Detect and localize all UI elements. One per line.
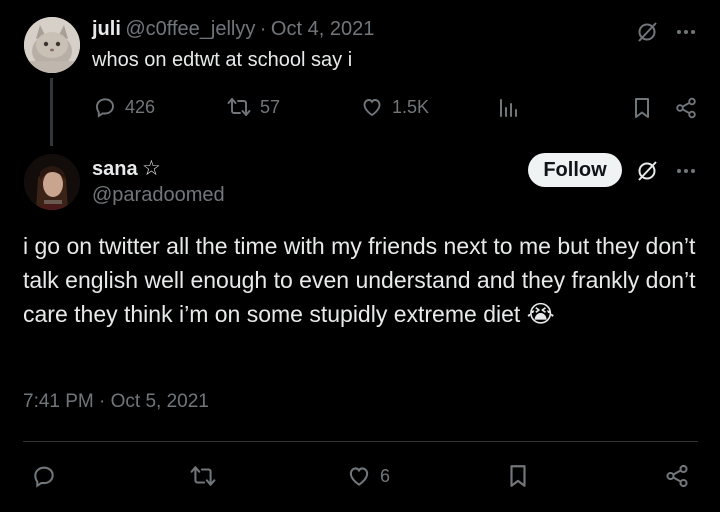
- parent-display-name[interactable]: juli: [92, 18, 121, 40]
- main-like-count: 6: [380, 465, 391, 486]
- follow-button[interactable]: Follow: [528, 153, 622, 187]
- retweet-icon: [226, 95, 252, 119]
- like-count: 1.5K: [392, 96, 430, 117]
- parent-tweet-text: whos on edtwt at school say i: [92, 49, 353, 71]
- retweet-icon[interactable]: [188, 463, 218, 489]
- main-name-row: sana ☆: [92, 156, 161, 181]
- reply-button[interactable]: 426: [93, 95, 155, 119]
- views-icon[interactable]: [497, 96, 521, 120]
- like-button[interactable]: 1.5K: [360, 95, 429, 119]
- main-avatar[interactable]: [24, 154, 80, 210]
- retweet-count: 57: [260, 96, 281, 117]
- more-icon[interactable]: [674, 161, 698, 181]
- heart-icon: [360, 95, 384, 119]
- reply-count: 426: [125, 96, 156, 117]
- grok-icon[interactable]: [635, 20, 659, 44]
- action-bar-divider: [23, 441, 698, 442]
- main-handle[interactable]: @paradoomed: [92, 184, 225, 207]
- share-icon[interactable]: [674, 96, 698, 120]
- parent-tweet-header: juli @c0ffee_jellyy · Oct 4, 2021: [92, 18, 374, 41]
- tweet-timestamp[interactable]: 7:41 PM · Oct 5, 2021: [23, 391, 209, 413]
- parent-date[interactable]: Oct 4, 2021: [271, 18, 374, 40]
- parent-tweet: juli @c0ffee_jellyy · Oct 4, 2021 whos o…: [0, 0, 720, 150]
- star-icon: ☆: [142, 157, 161, 180]
- parent-avatar[interactable]: [24, 17, 80, 73]
- reply-icon[interactable]: [31, 463, 57, 489]
- bookmark-icon[interactable]: [505, 463, 531, 489]
- parent-handle[interactable]: @c0ffee_jellyy: [125, 18, 255, 40]
- retweet-button[interactable]: 57: [226, 95, 280, 119]
- main-tweet-text: i go on twitter all the time with my fri…: [23, 229, 698, 332]
- main-tweet-text-content: i go on twitter all the time with my fri…: [23, 233, 696, 327]
- thread-connector-line: [50, 78, 53, 146]
- main-display-name[interactable]: sana: [92, 158, 138, 180]
- main-like-button[interactable]: 6: [346, 463, 390, 489]
- reply-icon: [93, 95, 117, 119]
- bookmark-icon[interactable]: [630, 96, 654, 120]
- main-tweet: sana ☆ @paradoomed Follow i go on twitte…: [0, 148, 720, 512]
- crying-face-emoji: 😭: [526, 301, 555, 328]
- more-icon[interactable]: [674, 22, 698, 42]
- share-icon[interactable]: [664, 463, 690, 489]
- parent-separator: ·: [259, 18, 267, 40]
- heart-icon: [346, 463, 372, 489]
- grok-icon[interactable]: [635, 159, 659, 183]
